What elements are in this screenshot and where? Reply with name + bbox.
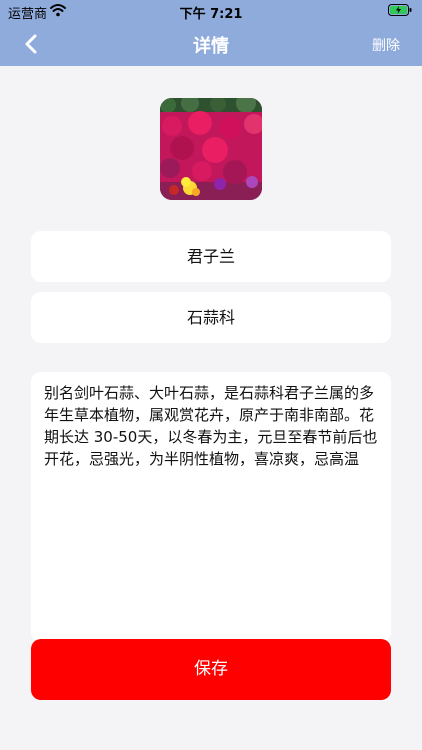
status-time: 下午 7:21 — [179, 7, 243, 22]
flower-photo-image — [160, 98, 262, 200]
save-button[interactable]: 保存 — [31, 639, 391, 700]
status-bar: 运营商 下午 7:21 — [0, 0, 422, 22]
flower-photo[interactable] — [160, 98, 262, 200]
description-textarea[interactable]: 别名剑叶石蒜、大叶石蒜，是石蒜科君子兰属的多年生草本植物，属观赏花卉，原产于南非… — [31, 372, 391, 642]
flower-name-field[interactable]: 君子兰 — [31, 231, 391, 282]
page-title: 详情 — [193, 36, 229, 57]
top-bar: 运营商 下午 7:21 详情 删除 — [0, 0, 422, 66]
battery-charging-icon — [388, 4, 412, 16]
delete-button[interactable]: 删除 — [372, 35, 400, 55]
navigation-bar: 详情 删除 — [0, 22, 422, 66]
flower-family-field[interactable]: 石蒜科 — [31, 292, 391, 343]
